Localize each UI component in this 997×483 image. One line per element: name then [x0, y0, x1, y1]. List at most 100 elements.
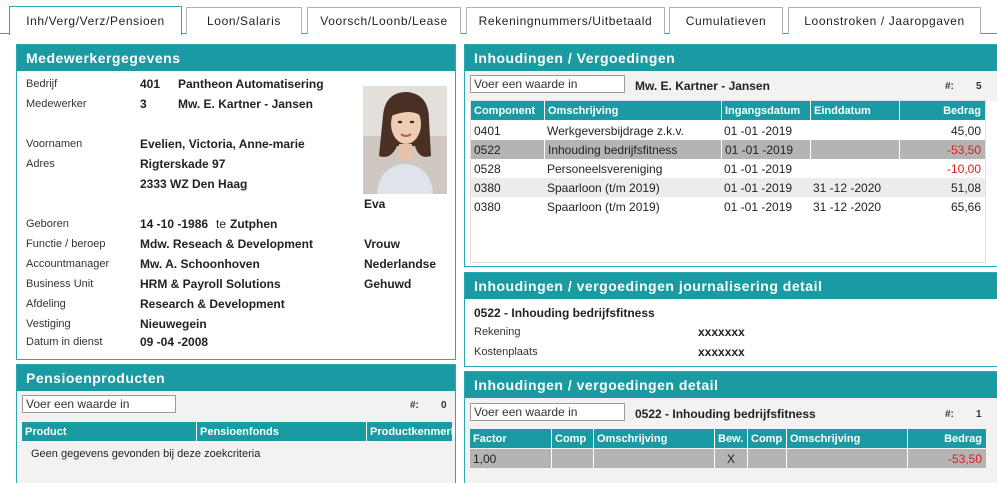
column-product[interactable]: Product	[22, 422, 196, 441]
medewerker-label: Medewerker	[26, 98, 87, 110]
cell-omschrijving: Personeelsvereniging	[547, 161, 663, 176]
cell-comp-2	[747, 449, 786, 468]
tab-loon-salaris[interactable]: Loon/Salaris	[186, 7, 302, 34]
detail-table-header: Factor Comp Omschrijving Bew. Comp Omsch…	[470, 429, 986, 448]
cell-einddatum: 31 -12 -2020	[813, 180, 882, 195]
table-row[interactable]: 0401 Werkgeversbijdrage z.k.v. 01 -01 -2…	[471, 121, 985, 140]
table-row[interactable]: 0528 Personeelsvereniging 01 -01 -2019 -…	[471, 159, 985, 178]
adres-line1: Rigterskade 97	[140, 157, 226, 171]
voornamen-label: Voornamen	[26, 138, 83, 150]
medewerker-name: Mw. E. Kartner - Jansen	[178, 97, 313, 111]
column-bew[interactable]: Bew.	[714, 429, 747, 448]
nationaliteit-value: Nederlandse	[364, 257, 437, 271]
tab-loonstroken-jaaropgaven[interactable]: Loonstroken / Jaaropgaven	[788, 7, 981, 34]
voornamen-value: Evelien, Victoria, Anne-marie	[140, 137, 305, 151]
employee-panel-title: Medewerkergegevens	[17, 45, 455, 71]
cell-component: 0380	[474, 180, 501, 195]
pension-count: 0	[441, 400, 447, 411]
employee-photo	[363, 86, 447, 194]
column-bedrag[interactable]: Bedrag	[907, 429, 986, 448]
cell-omschrijving	[593, 449, 714, 468]
business-unit-value: HRM & Payroll Solutions	[140, 277, 281, 291]
detail-search-input[interactable]: Voer een waarde in	[470, 403, 625, 421]
column-comp[interactable]: Comp	[551, 429, 593, 448]
table-row-selected[interactable]: 0522 Inhouding bedrijfsfitness 01 -01 -2…	[471, 140, 985, 159]
cell-einddatum	[810, 159, 899, 178]
journal-panel: Inhoudingen / vergoedingen journaliserin…	[464, 272, 997, 367]
medewerker-code: 3	[140, 97, 147, 111]
cell-component: 0528	[474, 161, 501, 176]
column-comp-2[interactable]: Comp	[747, 429, 786, 448]
business-unit-label: Business Unit	[26, 278, 94, 290]
tab-inh-verg-verz-pensioen[interactable]: Inh/Verg/Verz/Pensioen	[9, 6, 182, 35]
tab-voorsch-loonb-lease[interactable]: Voorsch/Loonb/Lease	[307, 7, 461, 34]
pension-count-label: #:	[410, 400, 419, 411]
detail-panel: Inhoudingen / vergoedingen detail Voer e…	[464, 371, 997, 483]
cell-einddatum: 31 -12 -2020	[813, 199, 882, 214]
cell-bedrag: -53,50	[899, 140, 985, 159]
column-bedrag[interactable]: Bedrag	[899, 101, 985, 120]
functie-label: Functie / beroep	[26, 238, 106, 250]
cell-bedrag: 45,00	[950, 123, 981, 138]
cell-omschrijving: Werkgeversbijdrage z.k.v.	[547, 123, 684, 138]
pension-search-input[interactable]: Voer een waarde in	[22, 395, 176, 413]
deductions-count: 5	[976, 81, 982, 92]
column-productkenmerk[interactable]: Productkenmerk	[366, 422, 455, 441]
detail-count: 1	[976, 409, 982, 420]
cell-component: 0401	[474, 123, 501, 138]
tab-rekeningnummers[interactable]: Rekeningnummers/Uitbetaald	[466, 7, 665, 34]
rekening-value: xxxxxxx	[698, 325, 745, 339]
cell-component: 0522	[474, 142, 501, 157]
tab-bar: Inh/Verg/Verz/Pensioen Loon/Salaris Voor…	[0, 0, 997, 35]
deductions-table-header: Component Omschrijving Ingangsdatum Eind…	[471, 101, 985, 120]
geboren-te: te	[216, 217, 227, 231]
detail-panel-title: Inhoudingen / vergoedingen detail	[465, 372, 997, 398]
accountmanager-value: Mw. A. Schoonhoven	[140, 257, 260, 271]
pension-empty-message: Geen gegevens gevonden bij deze zoekcrit…	[22, 441, 452, 467]
cell-ingangsdatum: 01 -01 -2019	[724, 199, 793, 214]
table-row-selected[interactable]: 1,00 X -53,50	[470, 449, 986, 468]
column-pensioenfonds[interactable]: Pensioenfonds	[196, 422, 366, 441]
cell-einddatum	[810, 140, 899, 159]
deductions-panel: Inhoudingen / Vergoedingen Voer een waar…	[464, 44, 997, 267]
cell-einddatum	[810, 121, 899, 140]
table-row[interactable]: 0380 Spaarloon (t/m 2019) 01 -01 -2019 3…	[471, 197, 985, 216]
adres-line2: 2333 WZ Den Haag	[140, 177, 248, 191]
deductions-table: Component Omschrijving Ingangsdatum Eind…	[470, 100, 986, 263]
employee-photo-illustration	[363, 86, 447, 194]
journal-heading: 0522 - Inhouding bedrijfsfitness	[474, 306, 655, 320]
column-einddatum[interactable]: Einddatum	[810, 101, 899, 120]
column-ingangsdatum[interactable]: Ingangsdatum	[721, 101, 810, 120]
cell-bedrag: 65,66	[950, 199, 981, 214]
datum-in-dienst-label: Datum in dienst	[26, 336, 103, 348]
geboren-plaats: Zutphen	[230, 217, 278, 231]
column-component[interactable]: Component	[471, 101, 544, 120]
column-omschrijving-2[interactable]: Omschrijving	[786, 429, 907, 448]
kostenplaats-value: xxxxxxx	[698, 345, 745, 359]
cell-omschrijving-2	[786, 449, 907, 468]
table-row[interactable]: 0380 Spaarloon (t/m 2019) 01 -01 -2019 3…	[471, 178, 985, 197]
cell-component: 0380	[474, 199, 501, 214]
cell-bedrag: -10,00	[946, 161, 981, 176]
cell-omschrijving: Spaarloon (t/m 2019)	[547, 180, 660, 195]
deductions-count-label: #:	[945, 81, 954, 92]
cell-omschrijving: Inhouding bedrijfsfitness	[544, 140, 721, 159]
rekening-label: Rekening	[474, 326, 521, 338]
column-factor[interactable]: Factor	[470, 429, 551, 448]
tab-cumulatieven[interactable]: Cumulatieven	[669, 7, 783, 34]
column-omschrijving[interactable]: Omschrijving	[544, 101, 721, 120]
geboren-datum: 14 -10 -1986	[140, 217, 209, 231]
vestiging-value: Nieuwegein	[140, 317, 207, 331]
afdeling-label: Afdeling	[26, 298, 66, 310]
cell-ingangsdatum: 01 -01 -2019	[721, 140, 810, 159]
pension-panel-title: Pensioenproducten	[17, 365, 455, 391]
pension-panel: Pensioenproducten Voer een waarde in #: …	[16, 364, 456, 483]
column-omschrijving[interactable]: Omschrijving	[593, 429, 714, 448]
vestiging-label: Vestiging	[26, 318, 71, 330]
deductions-search-input[interactable]: Voer een waarde in	[470, 75, 625, 93]
adres-label: Adres	[26, 158, 55, 170]
geboren-label: Geboren	[26, 218, 69, 230]
afdeling-value: Research & Development	[140, 297, 285, 311]
deductions-employee-name: Mw. E. Kartner - Jansen	[635, 79, 770, 93]
bedrijf-label: Bedrijf	[26, 78, 58, 90]
